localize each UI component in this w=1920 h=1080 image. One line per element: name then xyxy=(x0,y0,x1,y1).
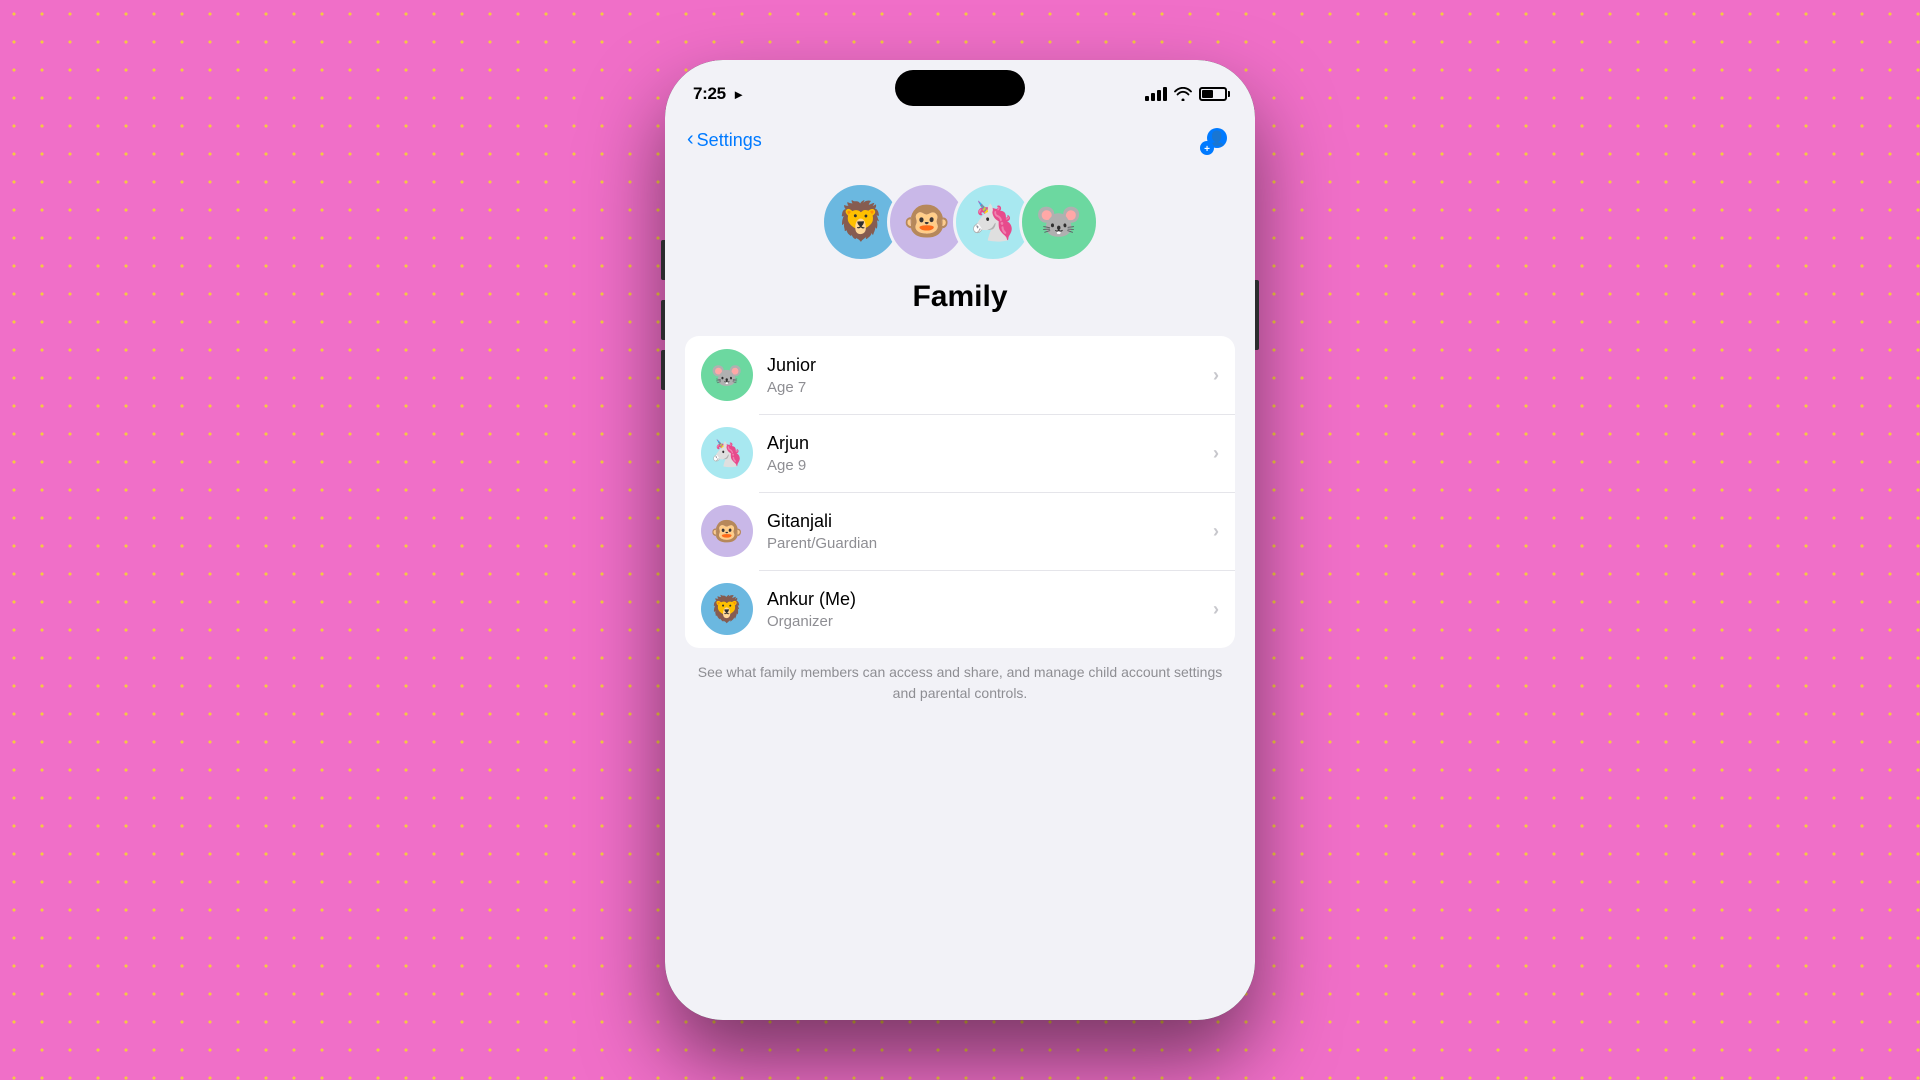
member-info-junior: Junior Age 7 xyxy=(767,354,1213,395)
member-avatar-gitanjali: 🐵 xyxy=(701,505,753,557)
member-info-ankur: Ankur (Me) Organizer xyxy=(767,588,1213,629)
nav-bar: ‹ Settings 👤 + xyxy=(665,114,1255,162)
member-name-gitanjali: Gitanjali xyxy=(767,510,1213,533)
member-avatar-ankur: 🦁 xyxy=(701,583,753,635)
status-icons xyxy=(1145,87,1227,101)
dynamic-island xyxy=(895,70,1025,106)
member-role-arjun: Age 9 xyxy=(767,457,1213,474)
member-info-gitanjali: Gitanjali Parent/Guardian xyxy=(767,510,1213,551)
avatar-group: 🦁 🐵 🦄 🐭 xyxy=(685,182,1235,262)
wifi-icon xyxy=(1174,87,1192,101)
chevron-right-icon: › xyxy=(1213,599,1219,620)
status-time: 7:25 ► xyxy=(693,84,745,104)
family-item-arjun[interactable]: 🦄 Arjun Age 9 › xyxy=(685,414,1235,492)
chevron-right-icon: › xyxy=(1213,443,1219,464)
chevron-right-icon: › xyxy=(1213,365,1219,386)
footer-text: See what family members can access and s… xyxy=(685,648,1235,704)
back-chevron-icon: ‹ xyxy=(687,129,694,149)
member-info-arjun: Arjun Age 9 xyxy=(767,432,1213,473)
member-name-arjun: Arjun xyxy=(767,432,1213,455)
page-title: Family xyxy=(685,280,1235,314)
member-role-junior: Age 7 xyxy=(767,379,1213,396)
member-role-ankur: Organizer xyxy=(767,613,1213,630)
family-item-gitanjali[interactable]: 🐵 Gitanjali Parent/Guardian › xyxy=(685,492,1235,570)
screen: 7:25 ► xyxy=(665,60,1255,1020)
phone-frame: 7:25 ► xyxy=(665,60,1255,1020)
member-avatar-arjun: 🦄 xyxy=(701,427,753,479)
back-label: Settings xyxy=(697,130,762,151)
member-name-junior: Junior xyxy=(767,354,1213,377)
battery-icon xyxy=(1199,87,1227,101)
add-member-button[interactable]: 👤 + xyxy=(1197,122,1233,158)
family-avatar-mouse: 🐭 xyxy=(1019,182,1099,262)
family-item-junior[interactable]: 🐭 Junior Age 7 › xyxy=(685,336,1235,414)
family-item-ankur[interactable]: 🦁 Ankur (Me) Organizer › xyxy=(685,570,1235,648)
family-list: 🐭 Junior Age 7 › 🦄 Arjun Age 9 › xyxy=(685,336,1235,648)
status-bar: 7:25 ► xyxy=(665,60,1255,114)
member-role-gitanjali: Parent/Guardian xyxy=(767,535,1213,552)
signal-icon xyxy=(1145,87,1167,101)
back-button[interactable]: ‹ Settings xyxy=(687,130,762,151)
chevron-right-icon: › xyxy=(1213,521,1219,542)
content: 🦁 🐵 🦄 🐭 Family 🐭 Junior Age 7 › xyxy=(665,162,1255,1020)
member-name-ankur: Ankur (Me) xyxy=(767,588,1213,611)
member-avatar-junior: 🐭 xyxy=(701,349,753,401)
svg-text:+: + xyxy=(1204,144,1210,155)
